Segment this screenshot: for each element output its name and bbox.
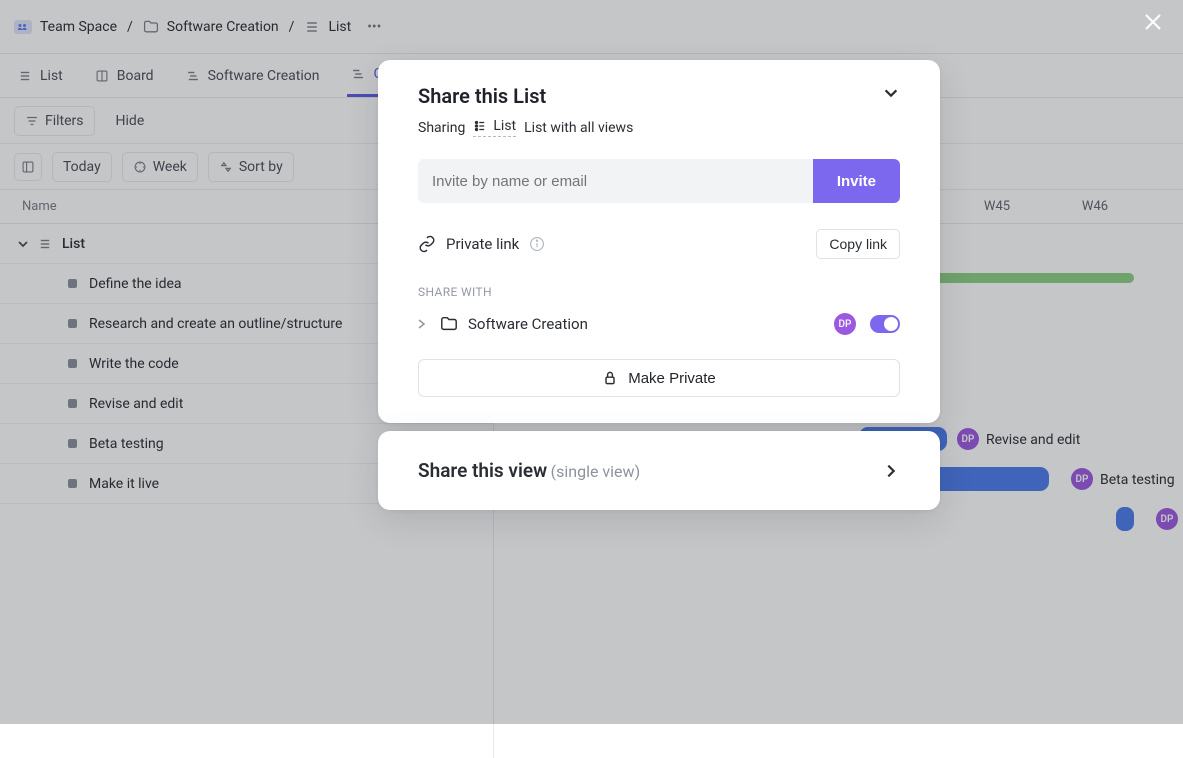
scope-desc: List with all views bbox=[524, 120, 633, 136]
close-icon[interactable] bbox=[1143, 12, 1163, 32]
private-link-label: Private link bbox=[446, 235, 519, 253]
link-icon bbox=[418, 235, 436, 253]
chevron-down-icon bbox=[882, 84, 900, 102]
share-target-label: Software Creation bbox=[468, 315, 588, 333]
make-private-label: Make Private bbox=[628, 370, 716, 387]
list-icon bbox=[473, 119, 487, 133]
share-with-label: SHARE WITH bbox=[418, 285, 900, 299]
share-view-card[interactable]: Share this view (single view) bbox=[378, 431, 940, 510]
lock-icon bbox=[602, 370, 618, 386]
share-toggle[interactable] bbox=[870, 315, 900, 333]
sharing-label: Sharing bbox=[418, 120, 465, 136]
invite-input[interactable] bbox=[418, 159, 813, 203]
invite-button[interactable]: Invite bbox=[813, 159, 900, 203]
avatar-badge[interactable]: DP bbox=[834, 313, 856, 335]
info-icon[interactable] bbox=[529, 236, 545, 252]
collapse-button[interactable] bbox=[882, 84, 900, 102]
copy-link-button[interactable]: Copy link bbox=[816, 229, 900, 259]
share-view-sub: (single view) bbox=[551, 462, 641, 481]
invite-row: Invite bbox=[418, 159, 900, 203]
share-view-title: Share this view bbox=[418, 459, 547, 482]
scope-text: List bbox=[493, 118, 516, 134]
share-target[interactable]: Software Creation bbox=[418, 315, 588, 333]
modal-title: Share this List bbox=[418, 84, 633, 108]
folder-icon bbox=[440, 315, 458, 333]
chevron-right-icon bbox=[882, 462, 900, 480]
make-private-button[interactable]: Make Private bbox=[418, 359, 900, 397]
caret-right-icon bbox=[418, 319, 426, 329]
share-modal: Share this List Sharing List List with a… bbox=[378, 60, 940, 423]
scope-selector[interactable]: List bbox=[473, 118, 516, 137]
